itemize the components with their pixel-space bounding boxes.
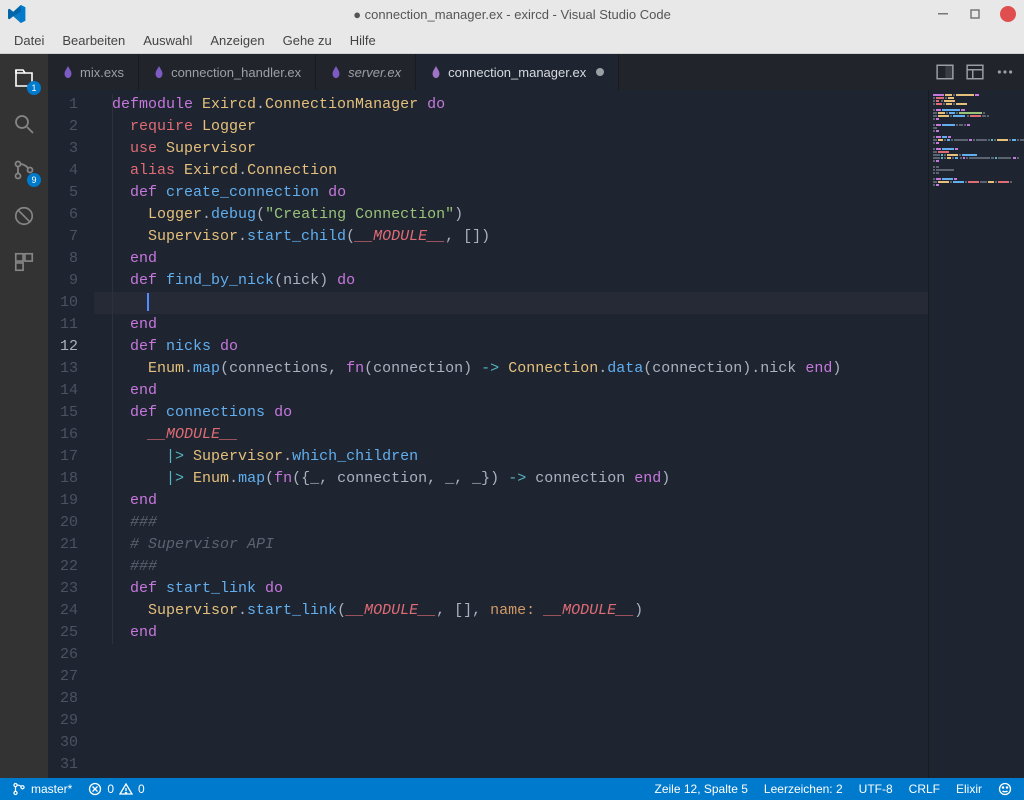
vscode-logo-icon <box>8 5 26 23</box>
tab-connection-handler[interactable]: connection_handler.ex <box>139 54 316 90</box>
activity-extensions[interactable] <box>10 248 38 276</box>
status-feedback[interactable] <box>990 782 1020 796</box>
window-minimize-button[interactable] <box>936 7 950 21</box>
menu-help[interactable]: Hilfe <box>342 30 384 51</box>
activity-scm[interactable]: 9 <box>10 156 38 184</box>
layout-button[interactable] <box>966 63 984 81</box>
menu-go[interactable]: Gehe zu <box>275 30 340 51</box>
status-branch[interactable]: master* <box>4 782 80 796</box>
editor-body[interactable]: 1234567891011121314151617181920212223242… <box>48 90 1024 778</box>
status-indentation[interactable]: Leerzeichen: 2 <box>756 782 851 796</box>
warning-count: 0 <box>138 782 145 796</box>
menu-select[interactable]: Auswahl <box>135 30 200 51</box>
activity-search[interactable] <box>10 110 38 138</box>
status-bar: master* 0 0 Zeile 12, Spalte 5 Leerzeich… <box>0 778 1024 800</box>
branch-name: master* <box>31 782 72 796</box>
main-area: 1 9 mix.exs connection_handler.ex <box>0 54 1024 778</box>
activity-explorer[interactable]: 1 <box>10 64 38 92</box>
window-close-button[interactable] <box>1000 6 1016 22</box>
menu-view[interactable]: Anzeigen <box>202 30 272 51</box>
tab-label: connection_handler.ex <box>171 65 301 80</box>
editor-area: mix.exs connection_handler.ex server.ex … <box>48 54 1024 778</box>
tab-label: connection_manager.ex <box>448 65 586 80</box>
error-count: 0 <box>107 782 114 796</box>
elixir-file-icon <box>330 66 342 78</box>
window-title: ● connection_manager.ex - exircd - Visua… <box>0 7 1024 22</box>
editor-tabs: mix.exs connection_handler.ex server.ex … <box>48 54 1024 90</box>
tab-label: server.ex <box>348 65 401 80</box>
menu-file[interactable]: Datei <box>6 30 52 51</box>
elixir-file-icon <box>62 66 74 78</box>
activity-debug[interactable] <box>10 202 38 230</box>
elixir-file-icon <box>430 66 442 78</box>
code-content[interactable]: defmodule Exircd.ConnectionManager do re… <box>94 90 928 778</box>
split-editor-button[interactable] <box>936 63 954 81</box>
tab-server[interactable]: server.ex <box>316 54 416 90</box>
minimap[interactable] <box>928 90 1024 778</box>
window-maximize-button[interactable] <box>968 7 982 21</box>
line-number-gutter: 1234567891011121314151617181920212223242… <box>48 90 94 778</box>
activity-bar: 1 9 <box>0 54 48 778</box>
tab-dirty-indicator <box>596 68 604 76</box>
status-cursor-position[interactable]: Zeile 12, Spalte 5 <box>647 782 756 796</box>
status-language[interactable]: Elixir <box>948 782 990 796</box>
editor-actions <box>926 54 1024 90</box>
tab-mix-exs[interactable]: mix.exs <box>48 54 139 90</box>
status-encoding[interactable]: UTF-8 <box>851 782 901 796</box>
explorer-badge: 1 <box>27 81 41 95</box>
tab-label: mix.exs <box>80 65 124 80</box>
more-actions-button[interactable] <box>996 63 1014 81</box>
menu-edit[interactable]: Bearbeiten <box>54 30 133 51</box>
status-problems[interactable]: 0 0 <box>80 782 152 796</box>
status-eol[interactable]: CRLF <box>901 782 948 796</box>
tab-connection-manager[interactable]: connection_manager.ex <box>416 54 619 90</box>
scm-badge: 9 <box>27 173 41 187</box>
window-titlebar: ● connection_manager.ex - exircd - Visua… <box>0 0 1024 28</box>
menubar: Datei Bearbeiten Auswahl Anzeigen Gehe z… <box>0 28 1024 54</box>
elixir-file-icon <box>153 66 165 78</box>
